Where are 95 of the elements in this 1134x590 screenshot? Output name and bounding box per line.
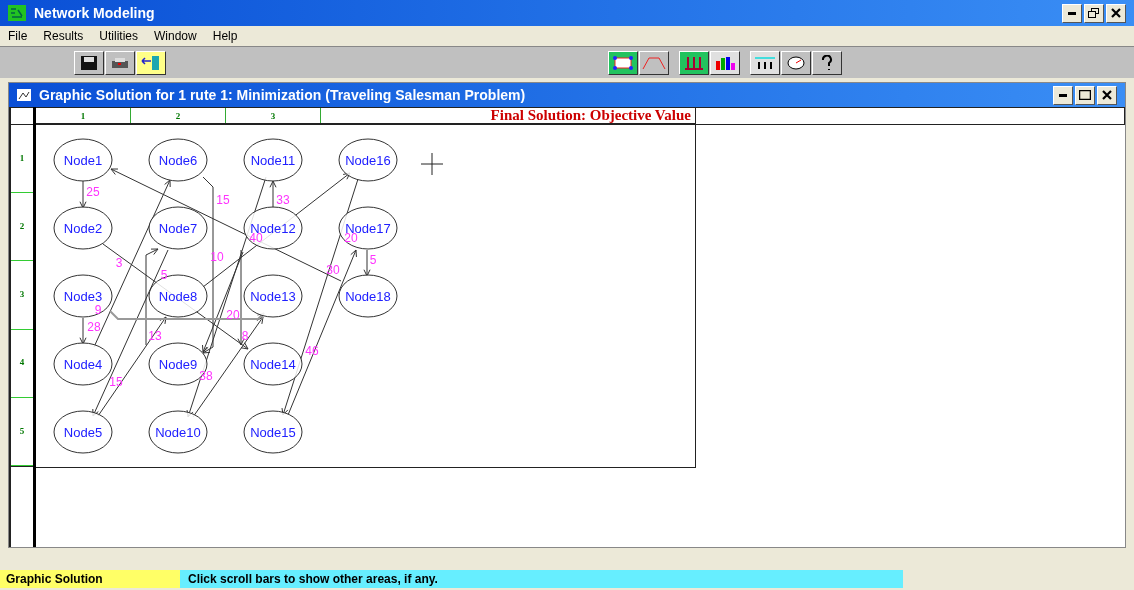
minimize-icon [1059,93,1067,97]
child-window-title: Graphic Solution for 1 rute 1: Minimization (Traveling Salesman Problem) [39,85,527,105]
bar-chart-button[interactable] [710,50,740,75]
edge-weight: 25 [86,185,100,199]
node-ellipse [243,206,303,250]
node-label: Node16 [345,153,391,168]
minimize-icon [1068,11,1076,15]
maximize-icon [1079,90,1091,100]
node-label: Node8 [158,289,198,304]
chart-window-icon [17,89,31,101]
menu-item[interactable]: Utilities [99,27,139,45]
node-label: Node5 [63,425,103,440]
node-ellipse [338,206,398,250]
edge-weight: 20 [226,308,240,322]
node-label: Node3 [63,289,103,304]
close-icon [1102,90,1112,100]
restore-icon [1088,8,1100,18]
edge-weight: 13 [148,329,162,343]
trapezoid-line-icon [642,55,666,70]
node-ellipse [243,342,303,386]
edge-weight: 3 [115,256,123,270]
edge-weight: 8 [241,329,249,343]
node-ellipse [148,138,208,182]
close-button[interactable] [1106,3,1126,23]
node-ellipse [338,138,398,182]
network-icon [612,54,634,71]
tree-icon [683,54,705,71]
column-header: 3 [226,108,321,123]
node-ellipse [53,206,113,250]
printer-icon [111,56,129,69]
edge-arrow [79,180,87,209]
tree-view-button[interactable] [679,50,709,75]
edge-weight: 28 [87,320,101,334]
network-view-button[interactable] [608,50,638,75]
status-message: Click scroll bars to show other areas, if any. [180,570,903,588]
node-label: Node11 [250,153,296,168]
minimize-button[interactable] [1053,85,1073,105]
bar-chart-icon [714,54,736,71]
node-label: Node18 [345,289,391,304]
save-button[interactable] [74,50,104,75]
table-icon [754,54,776,71]
edge-weight: 15 [109,375,123,389]
close-button[interactable] [1097,85,1117,105]
chart-heading: Final Solution: Objective Value [489,108,692,123]
close-icon [1111,8,1121,18]
edge-weight: 46 [305,344,319,358]
help-button[interactable] [812,50,842,75]
node-label: Node7 [158,221,198,236]
menu-item[interactable]: Window [154,27,197,45]
door-arrow-icon [141,54,161,71]
exit-button[interactable] [136,50,166,75]
crosshair-cursor-icon [420,152,444,176]
edge-weight: 5 [369,253,377,267]
node-label: Node13 [250,289,296,304]
node-ellipse [148,206,208,250]
node-ellipse [53,410,113,454]
menu-item[interactable]: File [8,27,28,45]
node-ellipse [338,274,398,318]
restore-button[interactable] [1084,3,1104,23]
app-icon [8,5,26,21]
node-ellipse [53,274,113,318]
node-ellipse [148,410,208,454]
menu-item[interactable]: Help [212,27,238,45]
edge-weight: 10 [210,250,224,264]
column-header: 2 [131,108,226,123]
column-header: 1 [36,108,131,123]
node-label: Node1 [63,153,103,168]
gauge-icon [786,54,806,71]
node-label: Node4 [63,357,103,372]
maximize-button[interactable] [1075,85,1095,105]
window-title: Network Modeling [34,3,156,23]
node-label: Node15 [250,425,296,440]
help-icon [820,54,834,71]
edge-arrow [79,317,87,345]
node-ellipse [53,138,113,182]
edge-weight: 38 [199,369,213,383]
edge-weight: 15 [216,193,230,207]
node-label: Node14 [250,357,296,372]
table-button[interactable] [750,50,780,75]
line-view-button[interactable] [639,50,669,75]
minimize-button[interactable] [1062,3,1082,23]
node-label: Node6 [158,153,198,168]
status-panel: Graphic Solution [0,570,180,588]
gauge-button[interactable] [781,50,811,75]
node-label: Node9 [158,357,198,372]
print-button[interactable] [105,50,135,75]
edge-weight: 33 [276,193,290,207]
menu-item[interactable]: Results [43,27,84,45]
node-ellipse [243,410,303,454]
node-label: Node2 [63,221,103,236]
node-ellipse [243,138,303,182]
node-label: Node10 [155,425,201,440]
edge-arrow [363,249,371,277]
node-ellipse [243,274,303,318]
edge-weight: 9 [94,303,102,317]
